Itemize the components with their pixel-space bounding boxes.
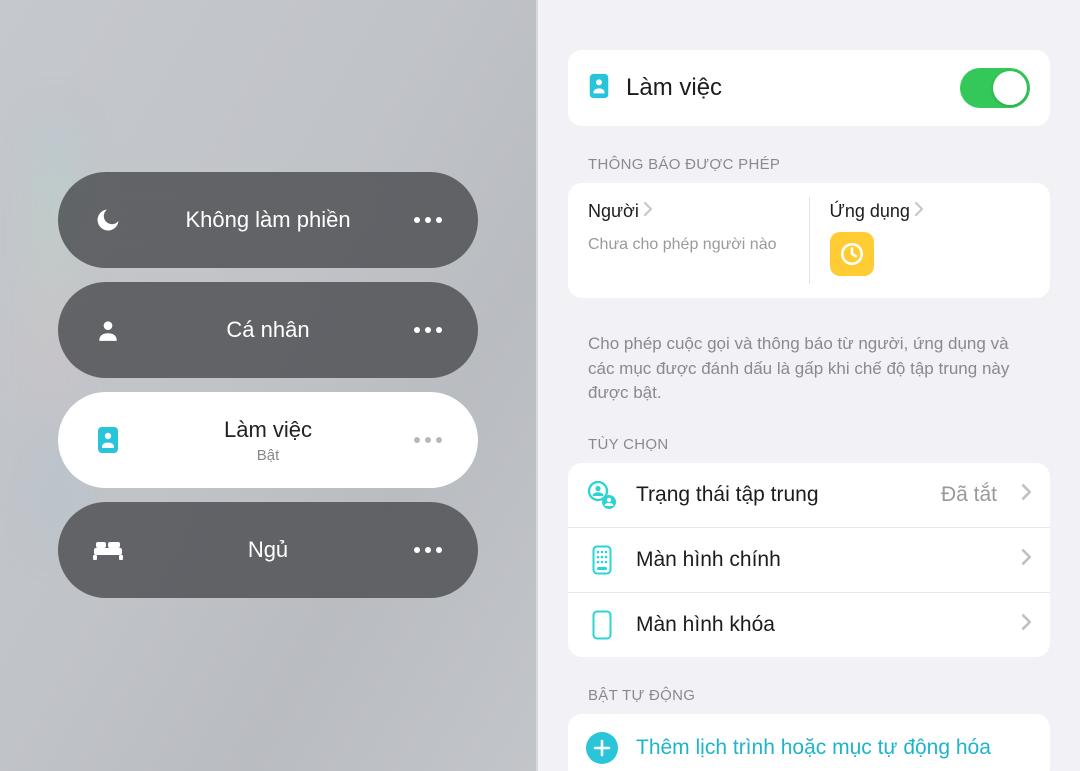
focus-mode-personal[interactable]: Cá nhân	[58, 282, 478, 378]
more-icon[interactable]	[408, 547, 448, 553]
focus-mode-sleep[interactable]: Ngủ	[58, 502, 478, 598]
add-schedule-label: Thêm lịch trình hoặc mục tự động hóa	[636, 736, 991, 760]
plus-icon	[586, 732, 618, 764]
option-focus-status[interactable]: Trạng thái tập trung Đã tắt	[568, 463, 1050, 528]
options-card: Trạng thái tập trung Đã tắt Màn hình chí…	[568, 463, 1050, 657]
bed-icon	[88, 539, 128, 561]
focus-mode-work-active[interactable]: Làm việc Bật	[58, 392, 478, 488]
chevron-right-icon	[1021, 613, 1032, 636]
apps-title: Ứng dụng	[830, 201, 910, 222]
chevron-right-icon	[643, 201, 653, 222]
lock-screen-icon	[586, 609, 618, 641]
more-icon[interactable]	[408, 437, 448, 443]
allowed-apps[interactable]: Ứng dụng	[810, 183, 1051, 298]
chevron-right-icon	[1021, 548, 1032, 571]
section-allowed-label: THÔNG BÁO ĐƯỢC PHÉP	[588, 156, 1050, 173]
chevron-right-icon	[1021, 483, 1032, 506]
focus-detail-panel: Làm việc THÔNG BÁO ĐƯỢC PHÉP Người Chưa …	[536, 0, 1080, 771]
home-screen-icon	[586, 544, 618, 576]
people-title: Người	[588, 201, 639, 222]
allowed-notifications-card: Người Chưa cho phép người nào Ứng dụng	[568, 183, 1050, 298]
option-label: Màn hình chính	[636, 548, 1003, 572]
focus-header-row: Làm việc	[568, 50, 1050, 126]
badge-icon	[88, 426, 128, 454]
auto-card: Thêm lịch trình hoặc mục tự động hóa	[568, 714, 1050, 771]
focus-mode-label: Cá nhân	[128, 317, 408, 343]
add-schedule-button[interactable]: Thêm lịch trình hoặc mục tự động hóa	[568, 714, 1050, 771]
focus-mode-label: Không làm phiền	[128, 207, 408, 233]
option-value: Đã tắt	[941, 483, 997, 507]
section-options-label: TÙY CHỌN	[588, 436, 1050, 453]
moon-icon	[88, 206, 128, 234]
focus-mode-label: Làm việc Bật	[128, 417, 408, 464]
chevron-right-icon	[914, 201, 924, 222]
status-share-icon	[586, 479, 618, 511]
section-auto-label: BẬT TỰ ĐỘNG	[588, 687, 1050, 704]
focus-enable-toggle[interactable]	[960, 68, 1030, 108]
focus-title: Làm việc	[626, 74, 944, 102]
person-icon	[88, 317, 128, 343]
option-lock-screen[interactable]: Màn hình khóa	[568, 593, 1050, 657]
badge-icon	[588, 73, 610, 104]
option-label: Màn hình khóa	[636, 613, 1003, 637]
focus-mode-label: Ngủ	[128, 537, 408, 563]
option-label: Trạng thái tập trung	[636, 483, 923, 507]
option-home-screen[interactable]: Màn hình chính	[568, 528, 1050, 593]
more-icon[interactable]	[408, 327, 448, 333]
allowed-people[interactable]: Người Chưa cho phép người nào	[568, 183, 809, 298]
focus-mode-dnd[interactable]: Không làm phiền	[58, 172, 478, 268]
people-empty-text: Chưa cho phép người nào	[588, 236, 789, 254]
focus-mode-switcher: Không làm phiền Cá nhân Làm việc Bật Ngủ	[0, 0, 536, 771]
more-icon[interactable]	[408, 217, 448, 223]
clock-app-icon	[830, 232, 874, 276]
allowed-explain-text: Cho phép cuộc gọi và thông báo từ người,…	[568, 318, 1050, 406]
